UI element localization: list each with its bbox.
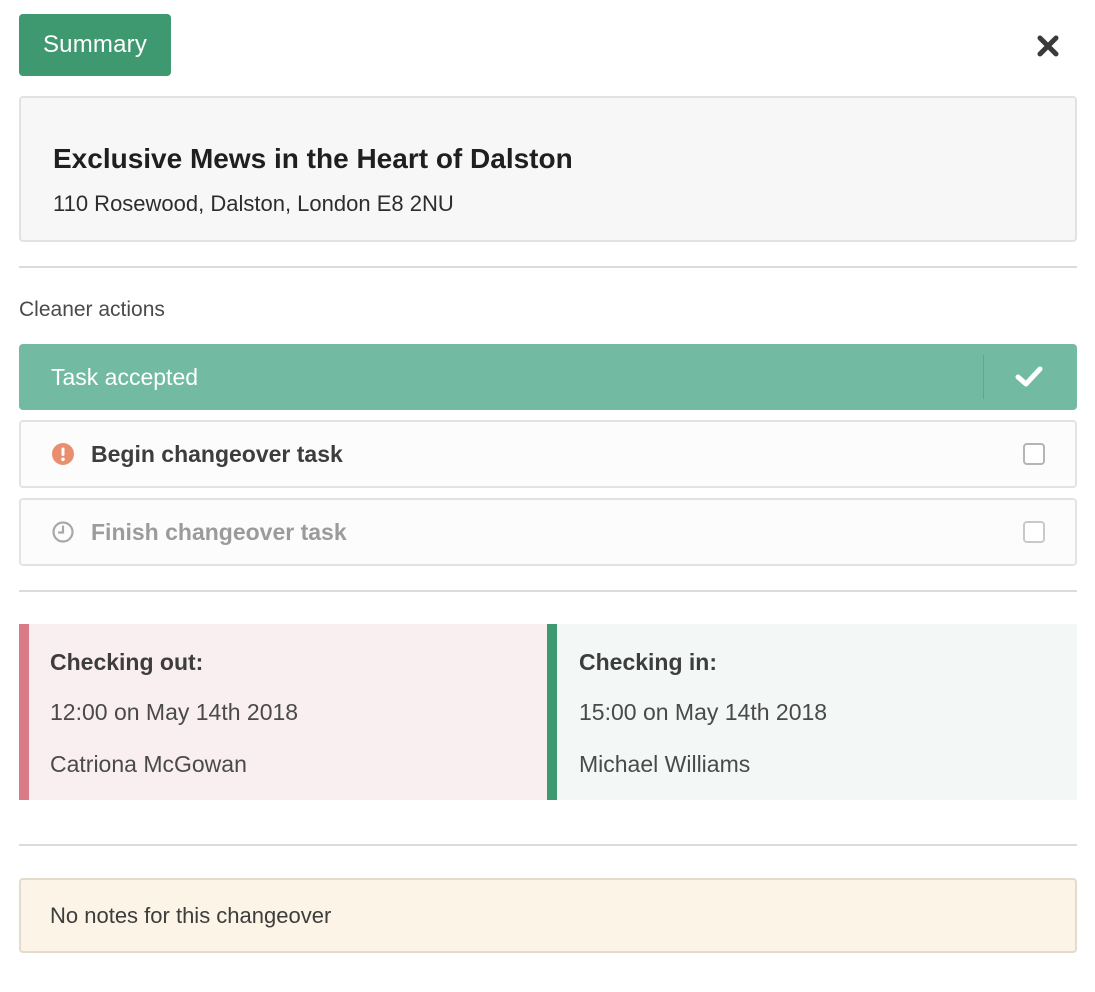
cleaner-actions-label: Cleaner actions bbox=[19, 298, 165, 321]
checkout-time: 12:00 on May 14th 2018 bbox=[50, 699, 299, 725]
action-begin-changeover[interactable]: Begin changeover task bbox=[19, 420, 1077, 488]
checkin-heading: Checking in: bbox=[579, 649, 718, 675]
changeover-summary-panel: Summary Exclusive Mews in the Heart of D… bbox=[0, 0, 1095, 992]
checkout-panel: Checking out: 12:00 on May 14th 2018 Cat… bbox=[19, 624, 547, 800]
divider bbox=[19, 844, 1077, 846]
divider bbox=[19, 590, 1077, 592]
action-task-accepted[interactable]: Task accepted bbox=[19, 344, 1077, 410]
property-address: 110 Rosewood, Dalston, London E8 2NU bbox=[53, 191, 454, 216]
property-card: Exclusive Mews in the Heart of Dalston 1… bbox=[19, 96, 1077, 242]
checkout-guest: Catriona McGowan bbox=[50, 751, 247, 777]
close-button[interactable] bbox=[1030, 28, 1066, 64]
close-icon[interactable] bbox=[1036, 34, 1060, 58]
action-label: Begin changeover task bbox=[91, 440, 343, 467]
check-icon bbox=[1014, 362, 1044, 392]
checkout-heading: Checking out: bbox=[50, 649, 204, 675]
action-separator bbox=[983, 355, 984, 399]
finish-task-checkbox[interactable] bbox=[1023, 521, 1045, 543]
action-label: Task accepted bbox=[51, 363, 199, 390]
property-title: Exclusive Mews in the Heart of Dalston bbox=[53, 143, 573, 174]
checkin-panel: Checking in: 15:00 on May 14th 2018 Mich… bbox=[547, 624, 1077, 800]
action-label: Finish changeover task bbox=[91, 518, 347, 545]
alert-icon bbox=[51, 442, 75, 466]
action-finish-changeover[interactable]: Finish changeover task bbox=[19, 498, 1077, 566]
notes-box: No notes for this changeover bbox=[19, 878, 1077, 953]
checkin-guest: Michael Williams bbox=[579, 751, 751, 777]
summary-button[interactable]: Summary bbox=[19, 14, 171, 76]
clock-icon bbox=[51, 520, 75, 544]
begin-task-checkbox[interactable] bbox=[1023, 443, 1045, 465]
notes-text: No notes for this changeover bbox=[50, 902, 332, 928]
divider bbox=[19, 266, 1077, 268]
checkin-time: 15:00 on May 14th 2018 bbox=[579, 699, 828, 725]
